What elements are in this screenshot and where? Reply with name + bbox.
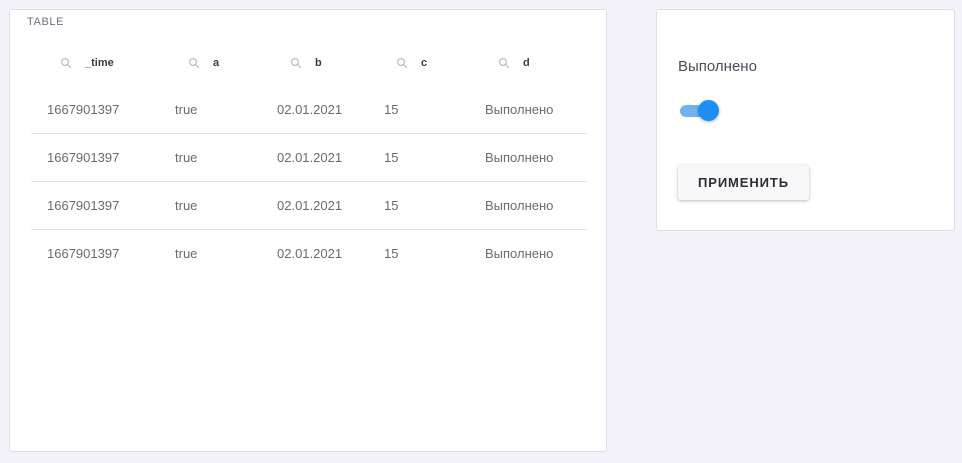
table-cell: Выполнено bbox=[485, 150, 554, 165]
table-cell: 1667901397 bbox=[47, 102, 120, 117]
table-cell: 02.01.2021 bbox=[277, 150, 343, 165]
status-toggle[interactable] bbox=[680, 100, 720, 122]
table-row[interactable]: 1667901397 true 02.01.2021 15 Выполнено bbox=[31, 86, 587, 134]
column-header-label: _time bbox=[85, 57, 114, 69]
search-icon[interactable] bbox=[60, 57, 72, 69]
table-cell: 02.01.2021 bbox=[277, 102, 343, 117]
table-cell: true bbox=[175, 102, 198, 117]
column-header-d[interactable]: d bbox=[498, 52, 530, 74]
column-header-c[interactable]: c bbox=[396, 52, 427, 74]
table-cell: true bbox=[175, 198, 198, 213]
table-cell: 15 bbox=[384, 102, 399, 117]
search-icon[interactable] bbox=[498, 57, 510, 69]
table-cell: Выполнено bbox=[485, 198, 554, 213]
column-header-label: b bbox=[315, 57, 322, 69]
table-row[interactable]: 1667901397 true 02.01.2021 15 Выполнено bbox=[31, 182, 587, 230]
column-header-a[interactable]: a bbox=[188, 52, 219, 74]
search-icon[interactable] bbox=[290, 57, 302, 69]
column-header-b[interactable]: b bbox=[290, 52, 322, 74]
table-cell: 1667901397 bbox=[47, 150, 120, 165]
control-panel: Выполнено ПРИМЕНИТЬ bbox=[656, 9, 955, 231]
table-cell: Выполнено bbox=[485, 102, 554, 117]
table-row[interactable]: 1667901397 true 02.01.2021 15 Выполнено bbox=[31, 230, 587, 278]
search-icon[interactable] bbox=[188, 57, 200, 69]
table-cell: 15 bbox=[384, 246, 399, 261]
table-body: 1667901397 true 02.01.2021 15 Выполнено … bbox=[31, 86, 587, 278]
search-icon[interactable] bbox=[396, 57, 408, 69]
table-cell: 15 bbox=[384, 198, 399, 213]
toggle-label: Выполнено bbox=[678, 58, 757, 75]
column-header-label: a bbox=[213, 57, 220, 69]
column-header-label: c bbox=[421, 57, 428, 69]
toggle-thumb[interactable] bbox=[698, 100, 719, 121]
table-row[interactable]: 1667901397 true 02.01.2021 15 Выполнено bbox=[31, 134, 587, 182]
panel-title: TABLE bbox=[27, 16, 65, 28]
table-cell: 02.01.2021 bbox=[277, 198, 343, 213]
apply-button[interactable]: ПРИМЕНИТЬ bbox=[678, 165, 809, 200]
table-cell: 1667901397 bbox=[47, 246, 120, 261]
table-cell: Выполнено bbox=[485, 246, 554, 261]
table-cell: true bbox=[175, 150, 198, 165]
table-panel: TABLE _time a b c d 1667901397 true 02.0… bbox=[9, 9, 607, 452]
table-header: _time a b c d bbox=[10, 52, 606, 74]
table-cell: 1667901397 bbox=[47, 198, 120, 213]
column-header-time[interactable]: _time bbox=[60, 52, 114, 74]
table-cell: 15 bbox=[384, 150, 399, 165]
table-cell: 02.01.2021 bbox=[277, 246, 343, 261]
table-cell: true bbox=[175, 246, 198, 261]
column-header-label: d bbox=[523, 57, 530, 69]
